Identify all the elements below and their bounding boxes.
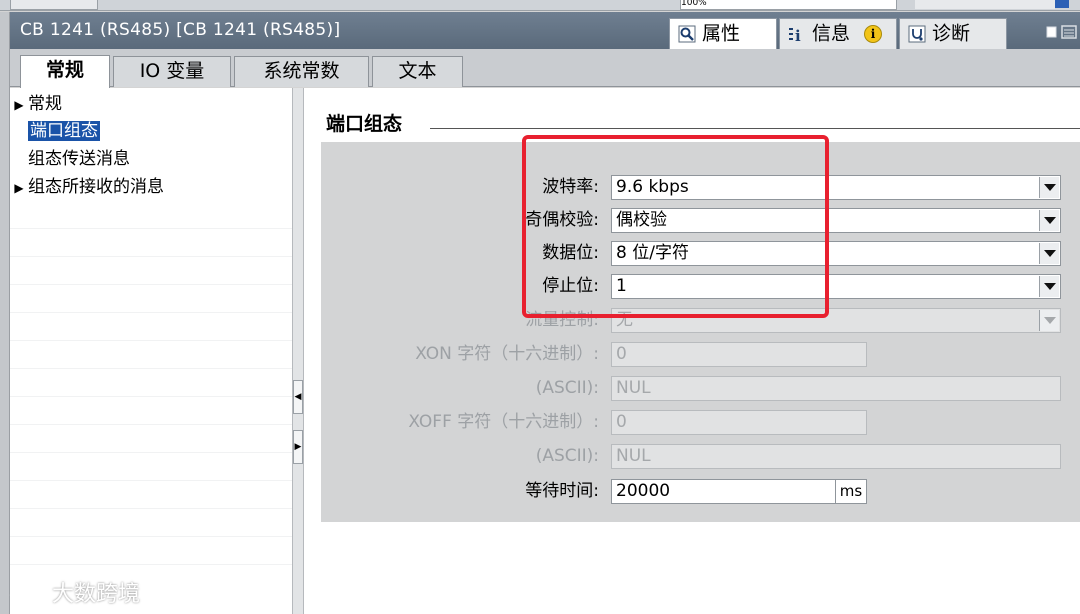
xon-ascii-field: NUL [611,376,1061,401]
baud-rate-value: 9.6 kbps [616,177,689,197]
tab-properties[interactable]: 属性 [669,18,777,49]
wait-time-value: 20000 [616,481,671,501]
watermark-text: 大数跨境 [52,582,141,607]
tab-diagnostics-label: 诊断 [932,22,971,45]
port-config-form: 波特率: 9.6 kbps 奇偶校验: 偶校验 数据位: 8 位/字符 停止位:… [321,142,1080,522]
window-title: CB 1241 (RS485) [CB 1241 (RS485)] [20,20,341,40]
inspector-tab-bar: 常规 IO 变量 系统常数 文本 [10,49,1080,88]
section-divider [430,128,1080,129]
left-edge-collapse-strip[interactable] [0,12,10,614]
expand-arrow-icon[interactable]: ▶ [10,176,28,200]
xoff-ascii-label: (ASCII): [535,446,599,466]
top-toolbar-strip: 100% [0,0,1080,11]
tab-texts[interactable]: 文本 [372,56,463,87]
expand-right-arrow-icon[interactable]: ▶ [293,430,303,464]
magnifier-properties-icon [678,25,696,42]
dropdown-arrow-icon[interactable] [1039,276,1059,297]
tab-system-constants[interactable]: 系统常数 [234,56,369,87]
nav-item-label: 组态所接收的消息 [28,177,164,197]
xon-hex-label: XON 字符（十六进制）: [415,344,599,364]
tree-row-divider [10,396,292,397]
tree-row-divider [10,368,292,369]
dropdown-arrow-icon[interactable] [1039,177,1059,198]
tree-row-divider [10,564,292,565]
section-title: 端口组态 [326,113,403,135]
parity-select[interactable]: 偶校验 [611,208,1061,233]
toolbar-blue-icon [1055,0,1069,8]
baud-rate-select[interactable]: 9.6 kbps [611,175,1061,200]
nav-item-port-config[interactable]: 端口组态 [10,119,100,143]
window-layout-icon[interactable] [1046,24,1080,40]
tree-row-divider [10,256,292,257]
tab-info-label: 信息 [812,22,851,45]
wait-time-unit: ms [835,480,866,503]
xon-hex-field: 0 [611,342,867,367]
stop-bits-value: 1 [616,276,627,296]
tree-row-divider [10,508,292,509]
tree-row-divider [10,312,292,313]
tree-row-divider [10,452,292,453]
tree-row-divider [10,480,292,481]
expand-arrow-icon[interactable]: ▶ [10,93,28,117]
nav-item-general[interactable]: ▶ 常规 [10,92,62,116]
tree-row-divider [10,228,292,229]
xoff-ascii-field: NUL [611,444,1061,469]
nav-item-receive-message[interactable]: ▶ 组态所接收的消息 [10,175,164,199]
nav-item-label: 组态传送消息 [28,149,130,169]
info-list-icon: i [789,27,801,43]
tab-info[interactable]: i 信息 i [779,18,897,49]
xoff-hex-label: XOFF 字符（十六进制）: [408,412,599,432]
tab-properties-label: 属性 [702,22,741,45]
nav-item-label: 端口组态 [28,121,100,141]
stop-bits-label: 停止位: [542,276,599,296]
tab-diagnostics[interactable]: 诊断 [899,18,1007,49]
tree-row-divider [10,284,292,285]
zoom-select[interactable]: 100% [680,0,897,10]
stop-bits-select[interactable]: 1 [611,274,1061,299]
collapse-left-arrow-icon[interactable]: ◀ [293,380,303,414]
diagnostics-icon [908,25,926,42]
flow-control-select: 无 [611,308,1061,333]
tree-row-divider [10,340,292,341]
watermark: 大数跨境 [8,578,140,612]
properties-content: 端口组态 波特率: 9.6 kbps 奇偶校验: 偶校验 数据位: 8 位/字符… [304,88,1080,614]
zoom-slider[interactable] [915,0,1055,9]
tree-row-divider [10,536,292,537]
data-bits-value: 8 位/字符 [616,243,689,263]
inspector-title-bar: CB 1241 (RS485) [CB 1241 (RS485)] 属性 i 信… [10,12,1080,49]
data-bits-label: 数据位: [542,243,599,263]
watermark-logo-icon [9,584,45,605]
flow-control-value: 无 [616,310,633,330]
tree-row-divider [10,424,292,425]
dropdown-arrow-icon[interactable] [1039,210,1059,231]
parity-label: 奇偶校验: [525,210,599,230]
tab-io-tags[interactable]: IO 变量 [113,56,231,87]
dropdown-arrow-icon[interactable] [1039,243,1059,264]
baud-rate-label: 波特率: [542,177,599,197]
parity-value: 偶校验 [616,210,667,230]
wait-time-input[interactable]: 20000 ms [611,479,867,504]
info-badge-icon: i [864,25,882,43]
horizontal-scrollbar[interactable] [10,0,98,10]
data-bits-select[interactable]: 8 位/字符 [611,241,1061,266]
svg-text:i: i [795,27,801,43]
xon-ascii-label: (ASCII): [535,378,599,398]
flow-control-label: 流量控制: [525,310,599,330]
nav-item-label: 常规 [28,94,62,114]
dropdown-arrow-icon [1039,310,1059,331]
navigation-tree: ▶ 常规 端口组态 组态传送消息 ▶ 组态所接收的消息 [10,88,292,614]
zoom-value: 100% [681,0,707,8]
wait-time-label: 等待时间: [525,481,599,501]
panel-splitter[interactable]: ◀ ▶ [292,88,304,614]
xoff-hex-field: 0 [611,410,867,435]
tab-general[interactable]: 常规 [20,55,110,88]
nav-item-transmit-message[interactable]: 组态传送消息 [10,147,130,171]
